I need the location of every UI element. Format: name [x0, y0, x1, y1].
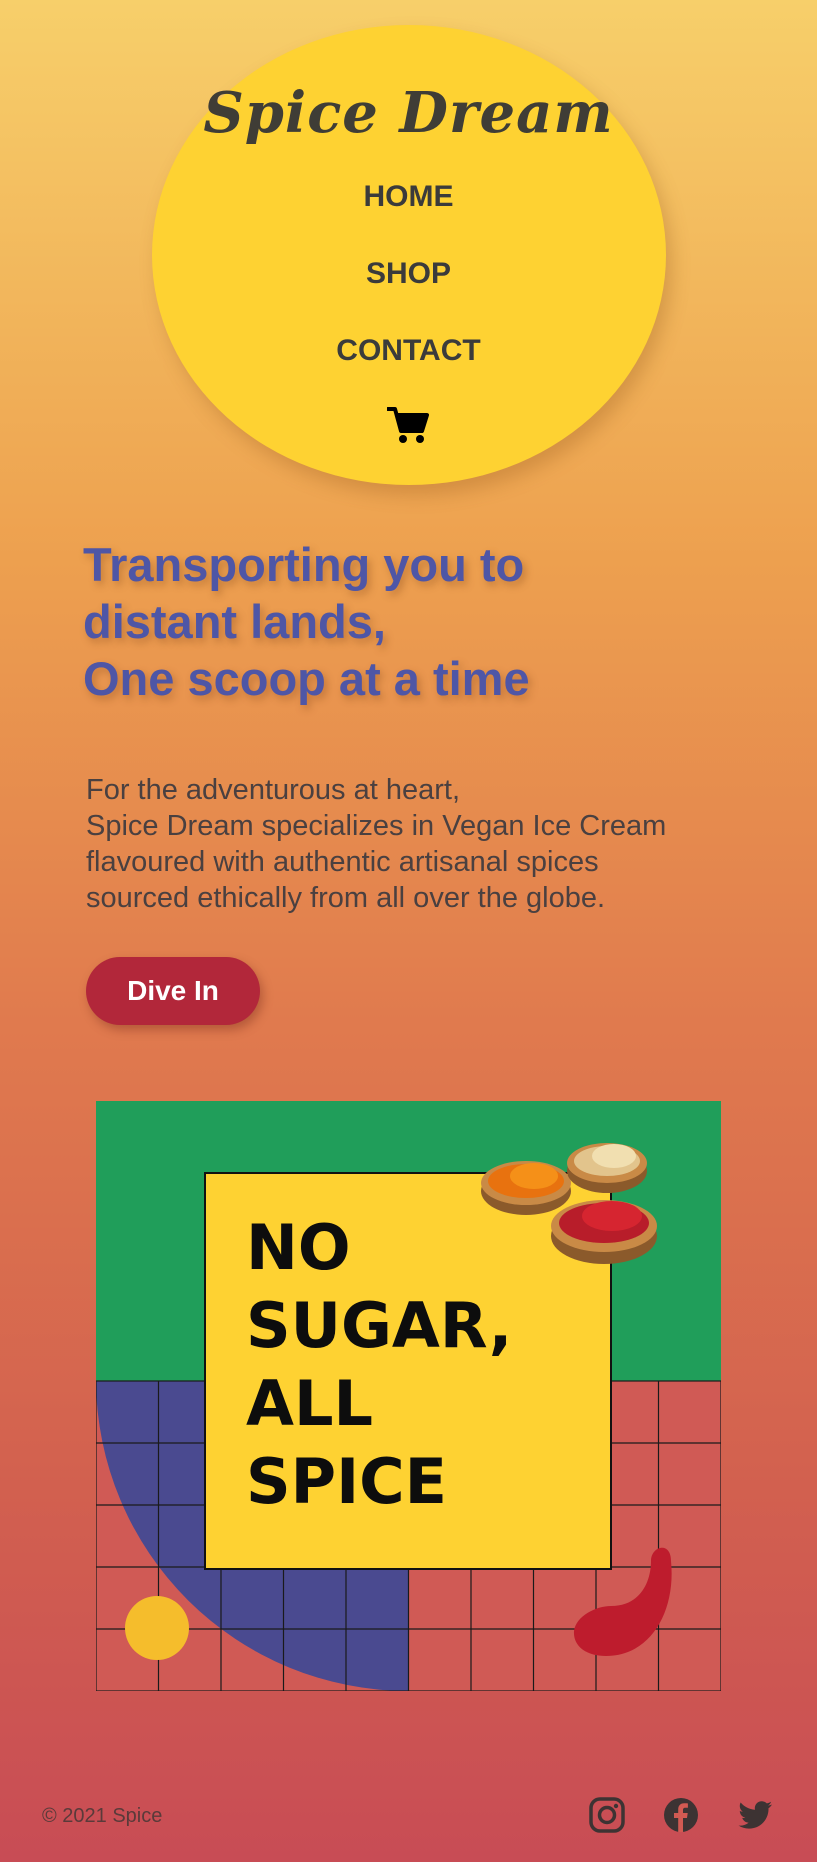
hero-headline: Transporting you to distant lands, One s… — [83, 536, 723, 707]
description-line: Spice Dream specializes in Vegan Ice Cre… — [86, 810, 667, 842]
nav-shop-link[interactable]: SHOP — [0, 257, 817, 291]
footer-copyright: © 2021 Spice — [42, 1805, 163, 1827]
headline-line: Transporting you to — [83, 538, 525, 591]
logo[interactable]: Spice Dream — [0, 80, 817, 146]
headline-line: One scoop at a time — [83, 652, 530, 705]
no-sugar-banner: NO SUGAR, ALL SPICE — [96, 1101, 721, 1691]
hero-description: For the adventurous at heart, Spice Drea… — [86, 772, 786, 916]
shopping-cart-icon[interactable] — [387, 405, 429, 445]
description-line: sourced ethically from all over the glob… — [86, 882, 606, 914]
facebook-icon[interactable] — [662, 1796, 700, 1834]
banner-text-line: SPICE — [246, 1445, 447, 1518]
nav-home-link[interactable]: HOME — [0, 180, 817, 214]
twitter-icon[interactable] — [736, 1796, 774, 1834]
banner-text-line: SUGAR, — [246, 1289, 512, 1362]
description-line: flavoured with authentic artisanal spice… — [86, 846, 599, 878]
headline-line: distant lands, — [83, 595, 386, 648]
yellow-dot — [125, 1596, 189, 1660]
banner-text-line: NO — [246, 1211, 351, 1284]
description-line: For the adventurous at heart, — [86, 774, 460, 806]
dive-in-button[interactable]: Dive In — [86, 957, 260, 1025]
instagram-icon[interactable] — [588, 1796, 626, 1834]
nav-contact-link[interactable]: CONTACT — [0, 334, 817, 368]
banner-text-line: ALL — [246, 1367, 373, 1440]
